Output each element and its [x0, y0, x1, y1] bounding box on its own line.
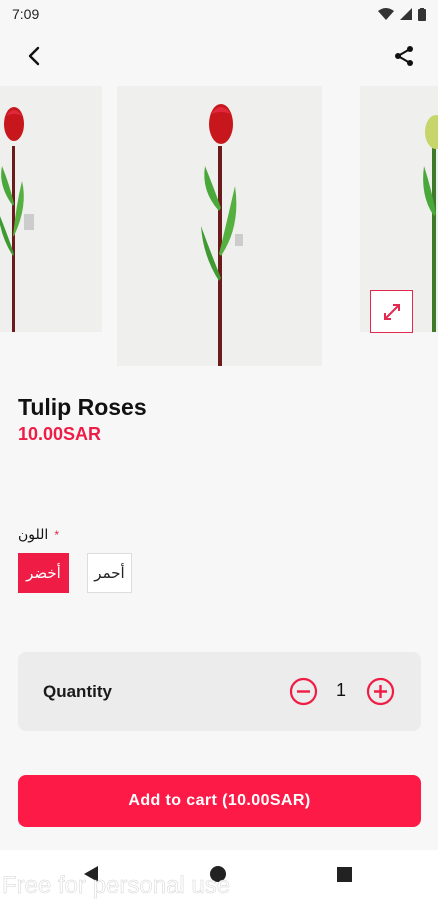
color-option-label: اللون * — [18, 526, 59, 543]
watermark-text: Free for personal use — [2, 872, 231, 900]
color-option-red[interactable]: أحمر — [87, 553, 132, 593]
tulip-image — [0, 107, 34, 332]
battery-icon — [418, 7, 426, 21]
nav-recents-icon[interactable] — [337, 867, 352, 882]
quantity-label: Quantity — [43, 682, 112, 701]
color-option-green[interactable]: أخضر — [18, 553, 69, 593]
product-photo[interactable] — [117, 86, 322, 366]
back-arrow-icon — [28, 46, 40, 66]
expand-image-button[interactable] — [370, 290, 413, 333]
color-option-label: أحمر — [94, 565, 125, 582]
signal-icon — [400, 8, 412, 20]
color-label: اللون — [18, 526, 49, 542]
share-icon — [395, 46, 413, 66]
status-time: 7:09 — [12, 6, 40, 22]
status-bar: 7:09 — [0, 0, 438, 28]
required-indicator: * — [54, 527, 59, 542]
increase-quantity-button[interactable] — [366, 677, 395, 706]
expand-icon — [383, 303, 400, 320]
share-button[interactable] — [390, 42, 418, 70]
decrease-quantity-button[interactable] — [289, 677, 318, 706]
status-icons — [378, 7, 426, 21]
product-price: 10.00SAR — [18, 424, 102, 444]
quantity-stepper: Quantity 1 — [18, 652, 421, 731]
minus-circle-icon — [289, 677, 318, 706]
quantity-value: 1 — [335, 680, 346, 700]
product-photo[interactable] — [0, 86, 102, 332]
back-button[interactable] — [20, 42, 48, 70]
color-option-label: أخضر — [26, 565, 61, 582]
plus-circle-icon — [366, 677, 395, 706]
product-title: Tulip Roses — [18, 394, 147, 420]
tulip-image — [201, 104, 243, 366]
wifi-icon — [378, 8, 394, 20]
app-bar — [0, 28, 438, 84]
add-to-cart-button[interactable]: Add to cart (10.00SAR) — [18, 775, 421, 827]
